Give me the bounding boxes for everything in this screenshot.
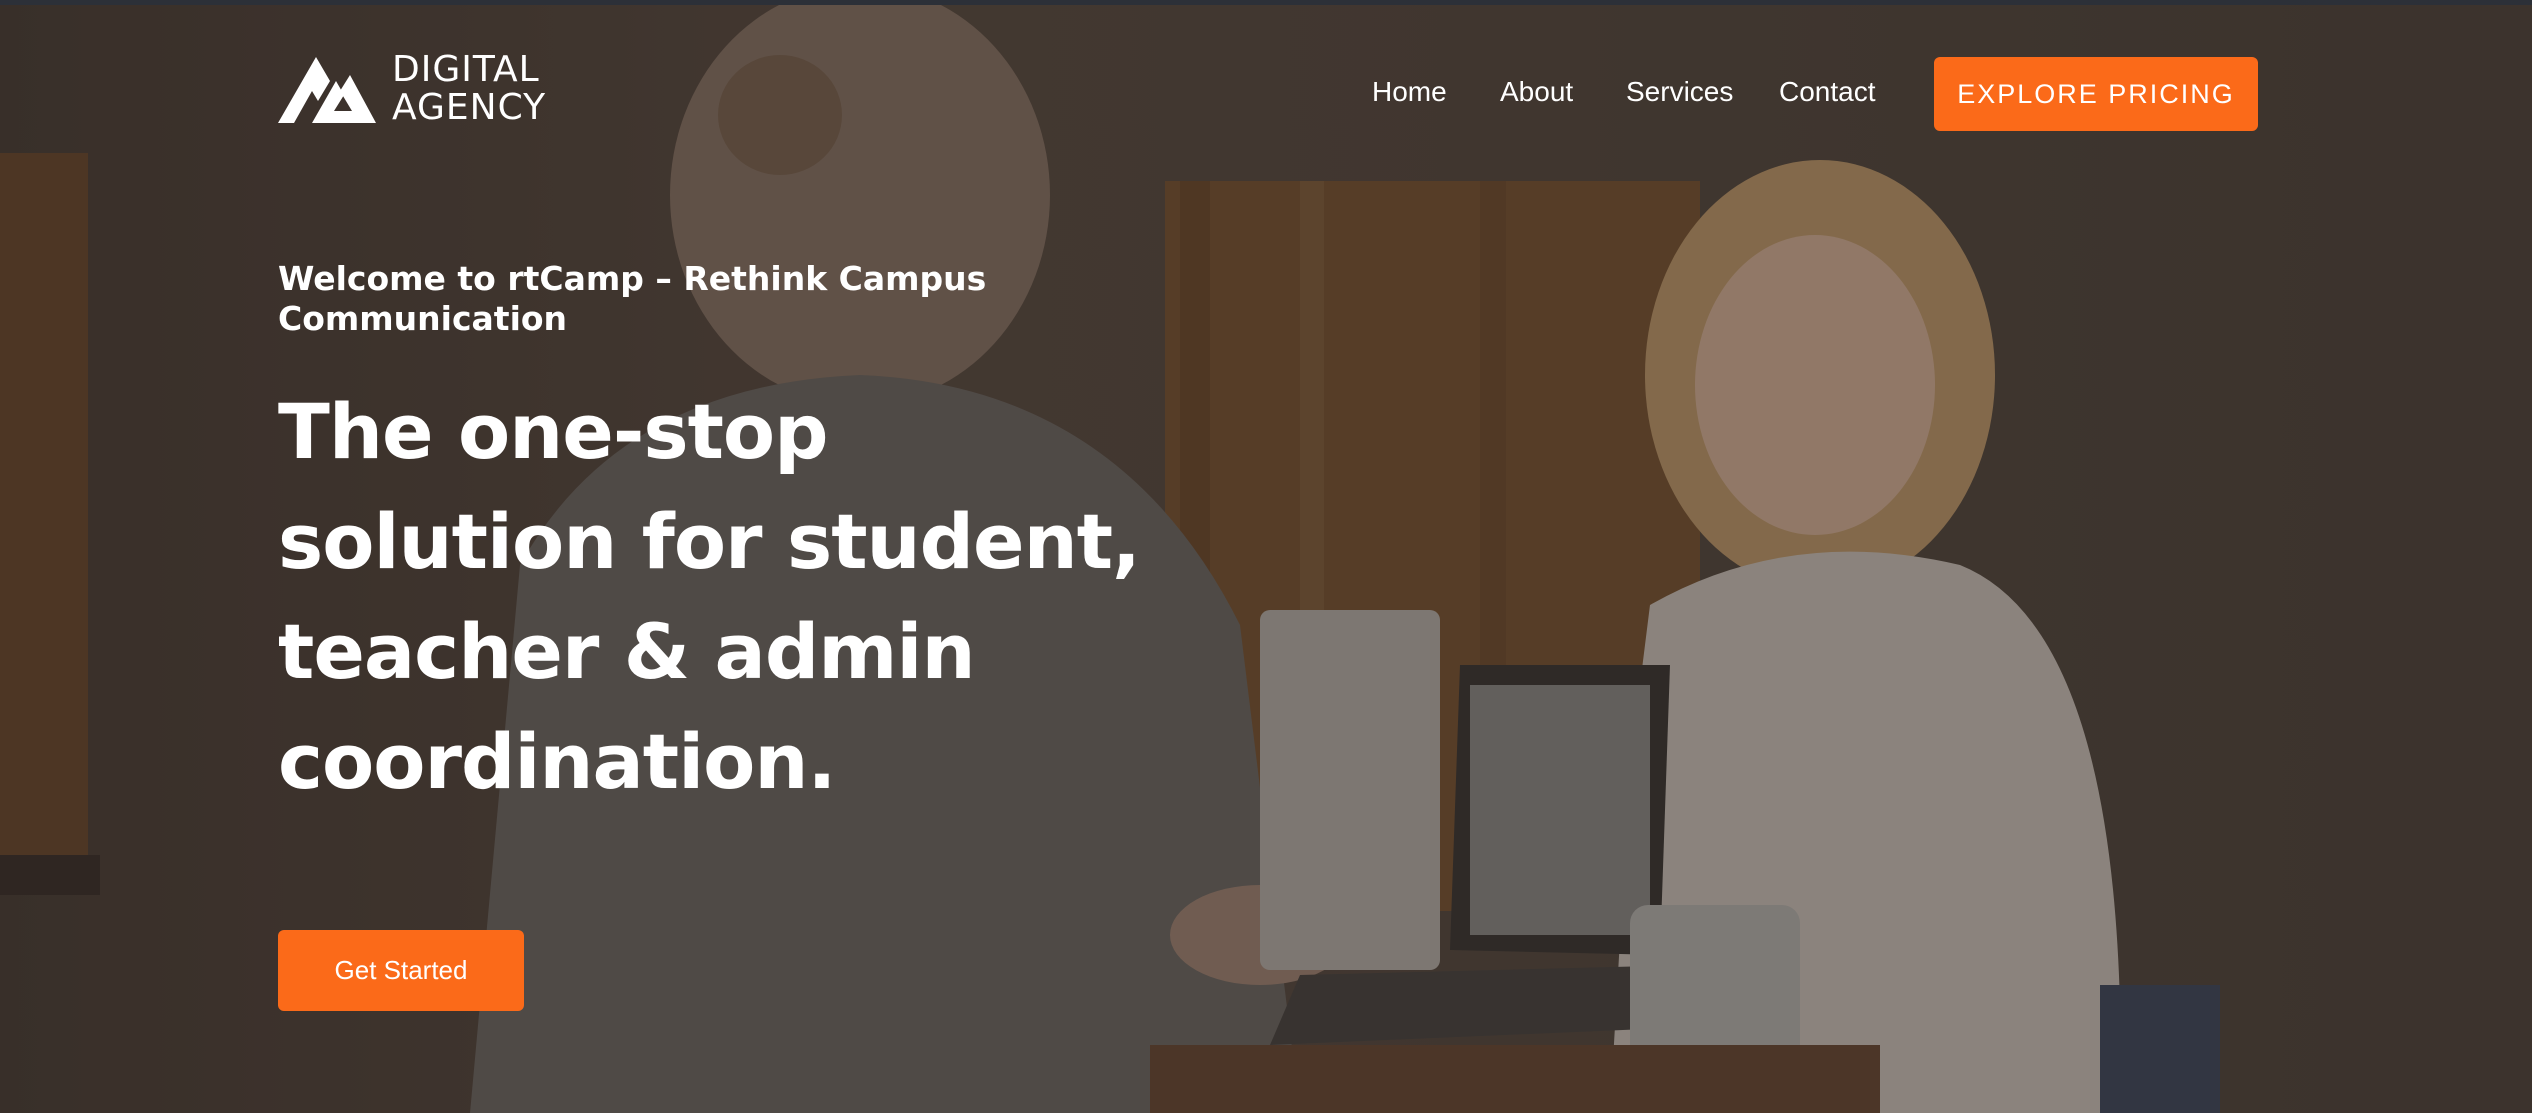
nav-contact[interactable]: Contact <box>1779 75 1876 109</box>
nav-about[interactable]: About <box>1500 75 1573 109</box>
hero-eyebrow: Welcome to rtCamp – Rethink Campus Commu… <box>278 259 987 338</box>
nav-services[interactable]: Services <box>1626 75 1733 109</box>
brand-line-1: DIGITAL <box>392 49 540 90</box>
brand-line-2: AGENCY <box>392 87 547 128</box>
get-started-button[interactable]: Get Started <box>278 930 524 1011</box>
nav-home[interactable]: Home <box>1372 75 1447 109</box>
brand-name: DIGITAL AGENCY <box>392 51 546 127</box>
explore-pricing-button[interactable]: EXPLORE PRICING <box>1934 57 2258 131</box>
mountain-logo-icon <box>278 57 376 123</box>
hero-headline: The one-stop solution for student, teach… <box>278 387 1141 806</box>
brand-logo[interactable]: DIGITAL AGENCY <box>278 51 546 127</box>
hero-section: DIGITAL AGENCY Home About Services Conta… <box>0 5 2532 1113</box>
